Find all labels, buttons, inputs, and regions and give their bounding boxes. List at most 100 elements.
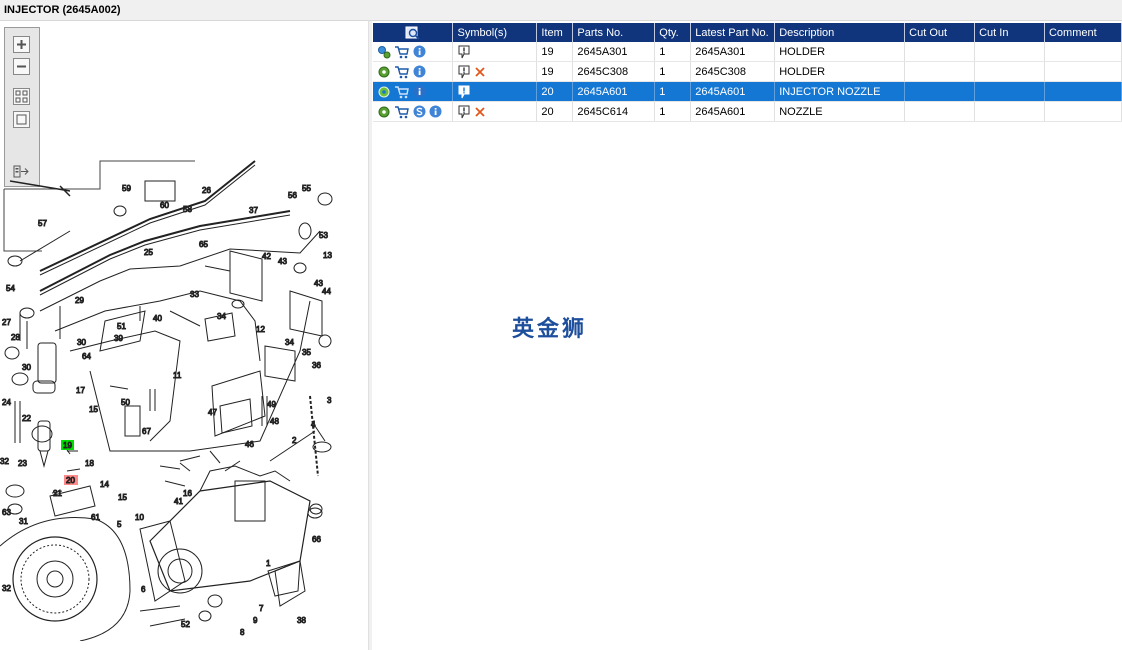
diagram-label-66: 66 — [312, 535, 321, 544]
diagram-label-5: 5 — [117, 520, 122, 529]
diagram-label-1: 1 — [266, 559, 271, 568]
info-icon[interactable] — [413, 45, 426, 58]
diagram-label-17: 17 — [76, 386, 85, 395]
column-header-symbols[interactable]: Symbol(s) — [452, 23, 538, 42]
zoom-search-icon — [405, 26, 420, 40]
pin-note-icon[interactable] — [457, 105, 471, 119]
row-symbols — [452, 101, 538, 122]
column-header-parts-no[interactable]: Parts No. — [572, 23, 656, 42]
diagram-panel[interactable]: 59 60 58 26 55 56 37 57 65 53 42 43 13 2… — [0, 21, 368, 650]
info-icon[interactable] — [413, 65, 426, 78]
diagram-label-65: 65 — [199, 240, 208, 249]
diagram-label-21: 21 — [53, 489, 62, 498]
cell-cut-in — [974, 42, 1045, 62]
diagram-label-67: 67 — [142, 427, 151, 436]
column-header-cut-out[interactable]: Cut Out — [904, 23, 976, 42]
cell-qty: 1 — [654, 101, 692, 122]
gear-icon[interactable] — [377, 105, 391, 119]
diagram-label-42: 42 — [262, 252, 271, 261]
cell-item: 20 — [536, 81, 574, 102]
cell-comment — [1044, 101, 1122, 122]
supersession-icon[interactable] — [413, 105, 426, 118]
diagram-label-32b: 32 — [2, 584, 11, 593]
zoom-in-button[interactable] — [13, 36, 30, 53]
diagram-label-22: 22 — [22, 414, 31, 423]
diagram-label-34a: 34 — [217, 312, 226, 321]
diagram-label-11: 11 — [173, 371, 182, 380]
diagram-label-32a: 32 — [0, 457, 9, 466]
diagram-label-63: 63 — [2, 508, 11, 517]
cell-item: 20 — [536, 101, 574, 122]
table-row[interactable]: 19 2645A301 1 2645A301 HOLDER — [373, 42, 1122, 62]
gear-icon[interactable] — [377, 85, 391, 99]
column-header-item[interactable]: Item — [536, 23, 574, 42]
diagram-label-31: 31 — [19, 517, 28, 526]
pin-note-icon[interactable] — [457, 65, 471, 79]
fit-page-button[interactable] — [13, 88, 30, 105]
gear-icon[interactable] — [377, 65, 391, 79]
diagram-label-27: 27 — [2, 318, 11, 327]
diagram-label-57: 57 — [38, 219, 47, 228]
table-row[interactable]: 20 2645C614 1 2645A601 NOZZLE — [373, 101, 1122, 122]
diagram-label-29: 29 — [75, 296, 84, 305]
diagram-label-26: 26 — [202, 186, 211, 195]
diagram-label-4: 4 — [311, 420, 316, 429]
cell-qty: 1 — [654, 61, 692, 82]
zoom-out-button[interactable] — [13, 58, 30, 75]
cell-qty: 1 — [654, 81, 692, 102]
cell-description: HOLDER — [774, 42, 906, 62]
diagram-label-35: 35 — [302, 348, 311, 357]
column-header-description[interactable]: Description — [774, 23, 906, 42]
diagram-label-49: 49 — [267, 400, 276, 409]
table-row[interactable]: 19 2645C308 1 2645C308 HOLDER — [373, 61, 1122, 82]
cell-cut-out — [904, 61, 976, 82]
diagram-label-38: 38 — [297, 616, 306, 625]
diagram-label-19[interactable]: 19 — [63, 441, 73, 451]
diagram-label-33: 33 — [190, 290, 199, 299]
cell-latest-part-no: 2645A601 — [690, 101, 776, 122]
cell-parts-no: 2645A601 — [572, 81, 656, 102]
cell-item: 19 — [536, 61, 574, 82]
grid-icon — [15, 90, 28, 103]
cell-qty: 1 — [654, 42, 692, 62]
exploded-parts-diagram[interactable]: 59 60 58 26 55 56 37 57 65 53 42 43 13 2… — [0, 151, 365, 641]
cart-icon[interactable] — [394, 105, 410, 119]
actual-size-button[interactable] — [13, 111, 30, 128]
diagram-label-34b: 34 — [285, 338, 294, 347]
diagram-label-20[interactable]: 20 — [66, 476, 76, 486]
diagram-label-56: 56 — [288, 191, 297, 200]
gears-icon[interactable] — [377, 45, 391, 59]
cell-cut-out — [904, 101, 976, 122]
column-header-qty[interactable]: Qty. — [654, 23, 692, 42]
column-header-latest-part-no[interactable]: Latest Part No. — [690, 23, 776, 42]
diagram-label-41: 41 — [174, 497, 183, 506]
diagram-label-44: 44 — [322, 287, 331, 296]
cart-icon[interactable] — [394, 45, 410, 59]
diagram-label-15b: 15 — [118, 493, 127, 502]
info-icon[interactable] — [413, 85, 426, 98]
column-header-comment[interactable]: Comment — [1044, 23, 1122, 42]
diagram-label-37: 37 — [249, 206, 258, 215]
diagram-label-60: 60 — [160, 201, 169, 210]
diagram-label-50: 50 — [121, 398, 130, 407]
table-row-selected[interactable]: 20 2645A601 1 2645A601 INJECTOR NOZZLE — [373, 81, 1122, 102]
cart-icon[interactable] — [394, 65, 410, 79]
diagram-label-18: 18 — [85, 459, 94, 468]
diagram-label-15a: 15 — [89, 405, 98, 414]
row-action-icons — [373, 61, 454, 82]
column-header-cut-in[interactable]: Cut In — [974, 23, 1045, 42]
column-header-tools[interactable] — [373, 23, 454, 42]
row-action-icons — [373, 101, 454, 122]
diagram-label-40: 40 — [153, 314, 162, 323]
pin-note-icon[interactable] — [457, 45, 471, 59]
diagram-label-12: 12 — [256, 325, 265, 334]
diagram-drawing — [0, 160, 333, 641]
cross-icon — [475, 66, 486, 77]
pin-note-icon[interactable] — [457, 85, 471, 99]
row-symbols — [452, 81, 538, 102]
cart-icon[interactable] — [394, 85, 410, 99]
row-action-icons — [373, 42, 454, 62]
square-icon — [16, 114, 27, 125]
diagram-label-30b: 30 — [22, 363, 31, 372]
info-icon[interactable] — [429, 105, 442, 118]
